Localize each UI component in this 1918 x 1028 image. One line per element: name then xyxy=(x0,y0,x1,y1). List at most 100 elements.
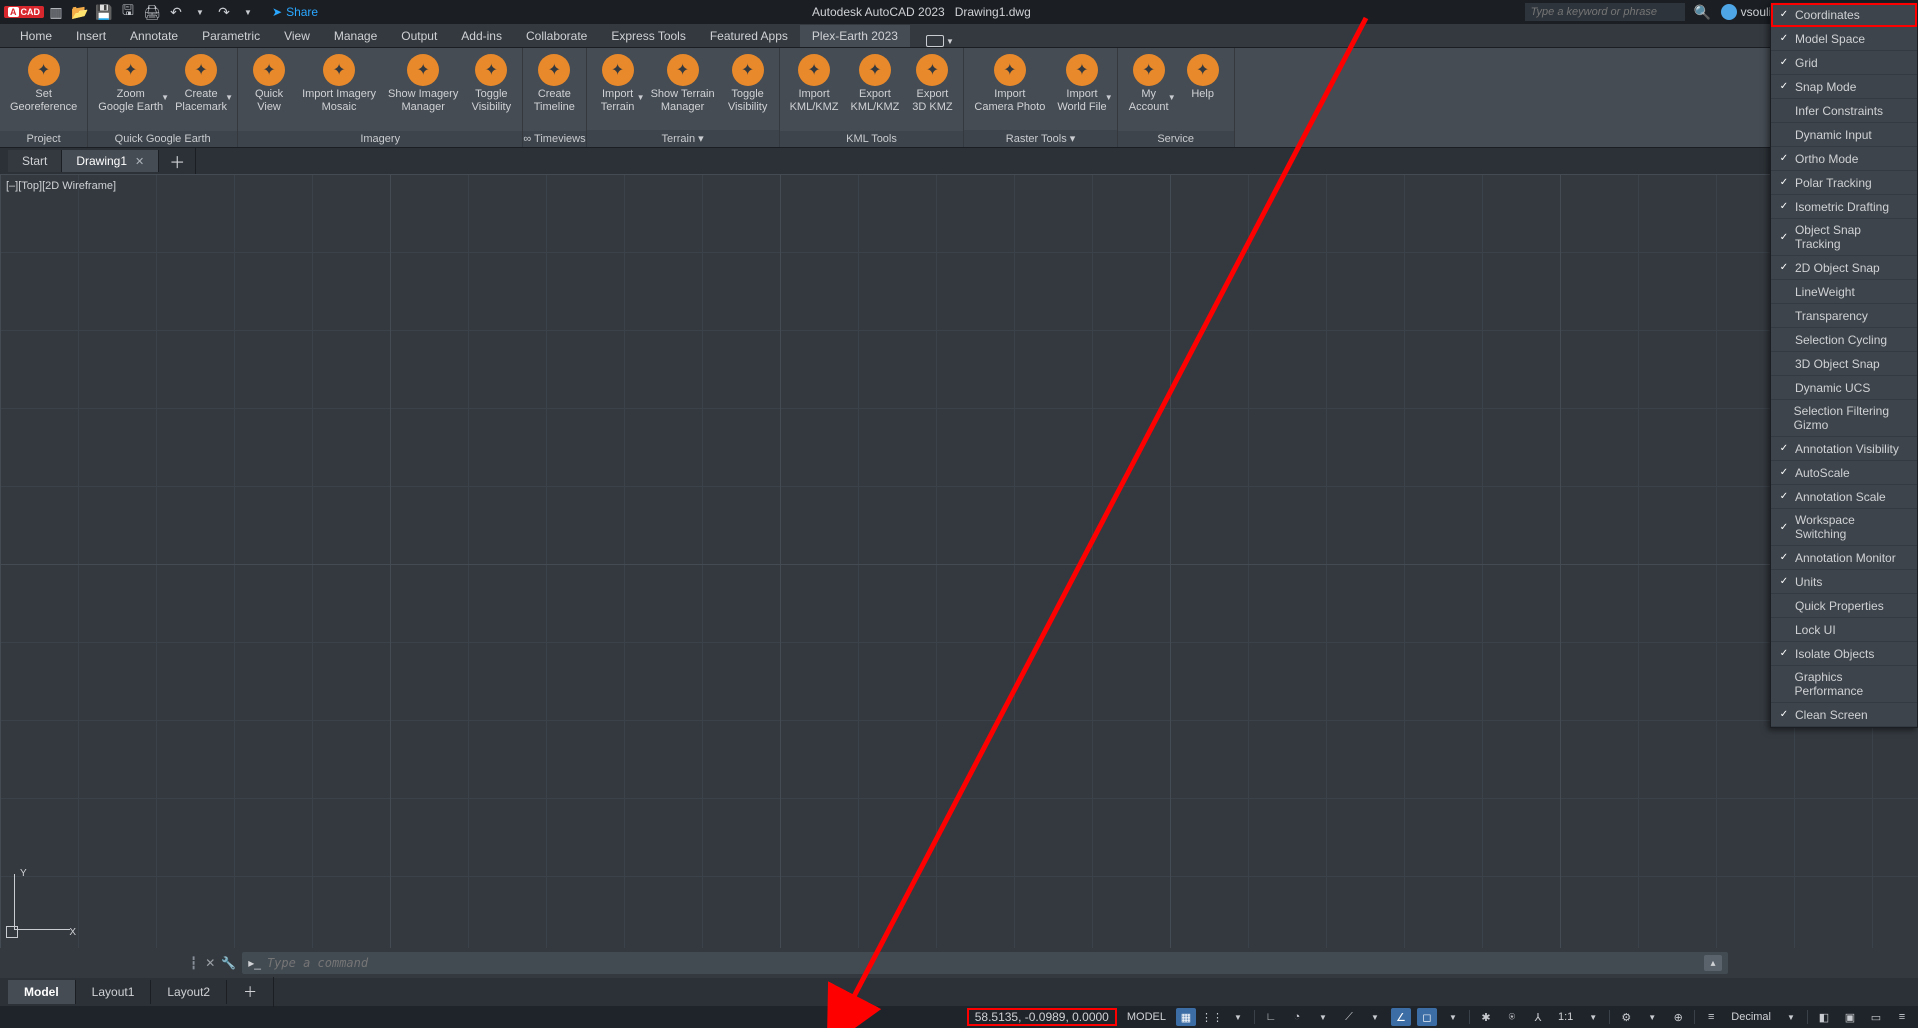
layout-tab-layout2[interactable]: Layout2 xyxy=(151,980,227,1004)
drag-handle-icon[interactable]: ┇ xyxy=(190,956,199,970)
ctx-item-grid[interactable]: ✓Grid xyxy=(1771,51,1917,75)
viewport-controls[interactable]: [–][Top][2D Wireframe] xyxy=(6,180,116,192)
chevron-down-icon[interactable]: ▼ xyxy=(1228,1008,1248,1026)
chevron-down-icon[interactable]: ▼ xyxy=(1313,1008,1333,1026)
ctx-item-ortho-mode[interactable]: ✓Ortho Mode xyxy=(1771,147,1917,171)
ribbon-button-import-world-file[interactable]: ✦Import World File▼ xyxy=(1053,52,1110,116)
ribbon-tab-insert[interactable]: Insert xyxy=(64,25,118,47)
ribbon-button-import-kml-kmz[interactable]: ✦Import KML/KMZ xyxy=(786,52,843,116)
close-icon[interactable]: ✕ xyxy=(135,155,144,168)
ribbon-panel-title[interactable]: Project xyxy=(0,131,87,147)
scale-label[interactable]: 1:1 xyxy=(1554,1011,1577,1023)
ctx-item-isometric-drafting[interactable]: ✓Isometric Drafting xyxy=(1771,195,1917,219)
plot-icon[interactable]: 🖨 xyxy=(144,4,160,20)
ribbon-button-import-imagery-mosaic[interactable]: ✦Import Imagery Mosaic xyxy=(298,52,380,116)
ctx-item-annotation-monitor[interactable]: ✓Annotation Monitor xyxy=(1771,546,1917,570)
ctx-item-graphics-performance[interactable]: Graphics Performance xyxy=(1771,666,1917,703)
close-icon[interactable]: ✕ xyxy=(205,956,215,970)
undo-icon[interactable]: ↶ xyxy=(168,4,184,20)
search-icon[interactable]: 🔍 xyxy=(1695,4,1711,20)
customize-icon[interactable]: 🔧 xyxy=(221,956,236,970)
ribbon-tab-collaborate[interactable]: Collaborate xyxy=(514,25,599,47)
ribbon-button-export-3d-kmz[interactable]: ✦Export 3D KMZ xyxy=(907,52,957,116)
isodraft-toggle-icon[interactable]: ⟋ xyxy=(1339,1008,1359,1026)
ctx-item-model-space[interactable]: ✓Model Space xyxy=(1771,27,1917,51)
annotation-monitor-icon[interactable]: ⊕ xyxy=(1668,1008,1688,1026)
chevron-down-icon[interactable]: ▼ xyxy=(1642,1008,1662,1026)
saveas-icon[interactable]: 🖫 xyxy=(120,4,136,20)
chevron-down-icon[interactable]: ▼ xyxy=(1365,1008,1385,1026)
ctx-item-transparency[interactable]: Transparency xyxy=(1771,304,1917,328)
search-input[interactable] xyxy=(1525,3,1685,21)
ctx-item-3d-object-snap[interactable]: 3D Object Snap xyxy=(1771,352,1917,376)
ribbon-tab-featured-apps[interactable]: Featured Apps xyxy=(698,25,800,47)
doctab-drawing1[interactable]: Drawing1 ✕ xyxy=(62,150,159,172)
units-icon[interactable]: ≡ xyxy=(1701,1008,1721,1026)
ctx-item-isolate-objects[interactable]: ✓Isolate Objects xyxy=(1771,642,1917,666)
ctx-item-2d-object-snap[interactable]: ✓2D Object Snap xyxy=(1771,256,1917,280)
ribbon-button-toggle-visibility[interactable]: ✦Toggle Visibility xyxy=(723,52,773,116)
osnap-tracking-icon[interactable]: ∠ xyxy=(1391,1008,1411,1026)
ctx-item-annotation-scale[interactable]: ✓Annotation Scale xyxy=(1771,485,1917,509)
ribbon-button-import-terrain[interactable]: ✦Import Terrain▼ xyxy=(593,52,643,116)
ctx-item-lock-ui[interactable]: Lock UI xyxy=(1771,618,1917,642)
ctx-item-workspace-switching[interactable]: ✓Workspace Switching xyxy=(1771,509,1917,546)
doctab-start[interactable]: Start xyxy=(8,150,62,172)
osnap-toggle-icon[interactable]: ◻ xyxy=(1417,1008,1437,1026)
ctx-item-autoscale[interactable]: ✓AutoScale xyxy=(1771,461,1917,485)
ctx-item-polar-tracking[interactable]: ✓Polar Tracking xyxy=(1771,171,1917,195)
ribbon-tab-add-ins[interactable]: Add-ins xyxy=(449,25,514,47)
ribbon-extra[interactable]: ▼ xyxy=(926,35,954,47)
isolate-objects-icon[interactable]: ◧ xyxy=(1814,1008,1834,1026)
ribbon-panel-title[interactable]: Terrain ▾ xyxy=(587,130,779,147)
layout-tab-layout1[interactable]: Layout1 xyxy=(76,980,152,1004)
ribbon-tab-annotate[interactable]: Annotate xyxy=(118,25,190,47)
ribbon-tab-output[interactable]: Output xyxy=(389,25,449,47)
ctx-item-units[interactable]: ✓Units xyxy=(1771,570,1917,594)
ribbon-tab-manage[interactable]: Manage xyxy=(322,25,389,47)
chevron-down-icon[interactable]: ▼ xyxy=(192,4,208,20)
layout-tab-model[interactable]: Model xyxy=(8,980,76,1004)
chevron-down-icon[interactable]: ▼ xyxy=(1583,1008,1603,1026)
drawing-canvas[interactable]: [–][Top][2D Wireframe] Y X xyxy=(0,174,1918,948)
ribbon-button-create-placemark[interactable]: ✦Create Placemark▼ xyxy=(171,52,231,116)
ribbon-tab-parametric[interactable]: Parametric xyxy=(190,25,272,47)
ribbon-panel-title[interactable]: Imagery xyxy=(238,131,522,147)
coordinates-readout[interactable]: 58.5135, -0.0989, 0.0000 xyxy=(967,1008,1117,1026)
ctx-item-selection-cycling[interactable]: Selection Cycling xyxy=(1771,328,1917,352)
chevron-down-icon[interactable]: ▼ xyxy=(1781,1008,1801,1026)
layout-tab-new[interactable]: ＋ xyxy=(227,977,274,1007)
ribbon-button-help[interactable]: ✦Help xyxy=(1178,52,1228,103)
ribbon-tab-home[interactable]: Home xyxy=(8,25,64,47)
ctx-item-infer-constraints[interactable]: Infer Constraints xyxy=(1771,99,1917,123)
clean-screen-icon[interactable]: ▭ xyxy=(1866,1008,1886,1026)
ctx-item-coordinates[interactable]: ✓Coordinates xyxy=(1771,3,1917,27)
chevron-down-icon[interactable]: ▼ xyxy=(240,4,256,20)
ribbon-panel-title[interactable]: Raster Tools ▾ xyxy=(964,130,1116,147)
ribbon-tab-plex-earth-2023[interactable]: Plex-Earth 2023 xyxy=(800,25,910,47)
ctx-item-dynamic-ucs[interactable]: Dynamic UCS xyxy=(1771,376,1917,400)
ctx-item-selection-filtering-gizmo[interactable]: Selection Filtering Gizmo xyxy=(1771,400,1917,437)
ribbon-panel-title[interactable]: KML Tools xyxy=(780,131,964,147)
ribbon-panel-title[interactable]: Service xyxy=(1118,131,1234,147)
customize-status-icon[interactable]: ≡ xyxy=(1892,1008,1912,1026)
ribbon-button-create-timeline[interactable]: ✦Create Timeline xyxy=(529,52,579,116)
chevron-down-icon[interactable]: ▼ xyxy=(1443,1008,1463,1026)
ctx-item-lineweight[interactable]: LineWeight xyxy=(1771,280,1917,304)
redo-icon[interactable]: ↷ xyxy=(216,4,232,20)
ribbon-panel-title[interactable]: Quick Google Earth xyxy=(88,131,237,147)
open-icon[interactable]: 📂 xyxy=(72,4,88,20)
ctx-item-quick-properties[interactable]: Quick Properties xyxy=(1771,594,1917,618)
ctx-item-snap-mode[interactable]: ✓Snap Mode xyxy=(1771,75,1917,99)
command-input[interactable] xyxy=(267,956,1698,970)
new-icon[interactable]: ▥ xyxy=(48,4,64,20)
workspace-switch-icon[interactable]: ⚙ xyxy=(1616,1008,1636,1026)
model-space-toggle[interactable]: MODEL xyxy=(1123,1011,1170,1023)
ribbon-button-import-camera-photo[interactable]: ✦Import Camera Photo xyxy=(970,52,1049,116)
ribbon-button-show-terrain-manager[interactable]: ✦Show Terrain Manager xyxy=(647,52,719,116)
ctx-item-object-snap-tracking[interactable]: ✓Object Snap Tracking xyxy=(1771,219,1917,256)
snap-toggle-icon[interactable]: ⋮⋮ xyxy=(1202,1008,1222,1026)
ribbon-button-toggle-visibility[interactable]: ✦Toggle Visibility xyxy=(466,52,516,116)
ribbon-button-show-imagery-manager[interactable]: ✦Show Imagery Manager xyxy=(384,52,462,116)
annotation-visibility-icon[interactable]: ✱ xyxy=(1476,1008,1496,1026)
